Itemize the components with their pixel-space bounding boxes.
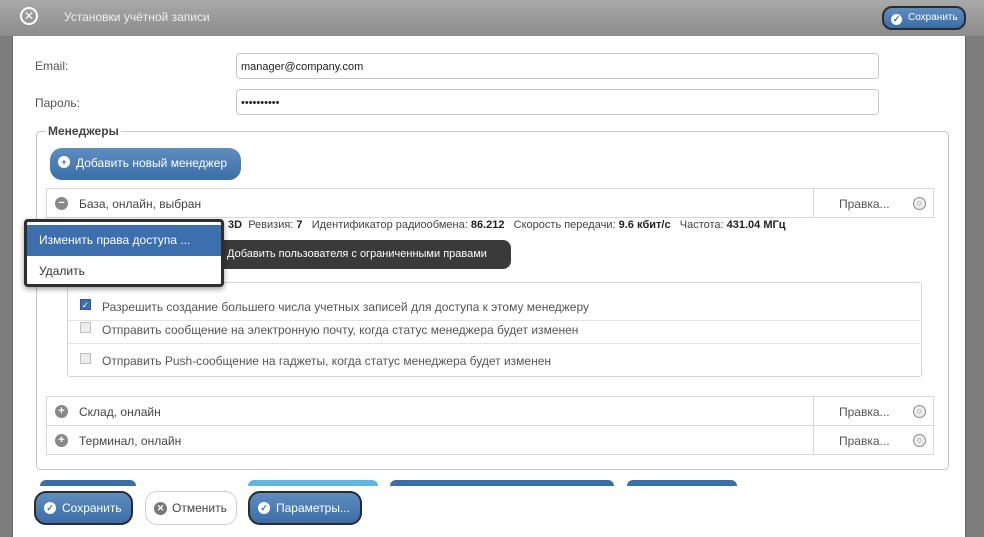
frequency-value: 431.04 МГц (726, 219, 786, 231)
permission-label: Разрешить создание большего числа учетны… (102, 300, 590, 314)
hidden-button-edge (627, 480, 737, 486)
manager-name: База, онлайн, выбран (79, 197, 202, 211)
add-manager-button[interactable]: + Добавить новый менеджер (50, 148, 241, 180)
checkbox[interactable] (80, 353, 91, 364)
check-icon: ✓ (44, 502, 56, 514)
hidden-button-edge (390, 480, 614, 486)
row-divider (813, 397, 814, 425)
hidden-button-edge (248, 480, 378, 486)
email-value: manager@company.com (241, 61, 368, 73)
check-icon: ✓ (258, 502, 270, 514)
hidden-button-edge (40, 480, 136, 486)
check-icon: ✓ (891, 14, 902, 25)
close-icon[interactable]: ✕ (20, 7, 38, 25)
permission-item[interactable]: Отправить сообщение на электронную почту… (68, 313, 920, 344)
manager-row[interactable]: − База, онлайн, выбран Правка... ○ (46, 188, 934, 218)
cancel-button[interactable]: ✕ Отменить (145, 491, 237, 525)
expand-icon[interactable]: + (55, 434, 68, 447)
radio-id-value: 86.212 (470, 219, 505, 231)
revision-label: Ревизия: (248, 219, 294, 231)
password-field[interactable]: •••••••••• (236, 89, 879, 115)
managers-legend: Менеджеры (46, 124, 121, 138)
plus-icon: + (58, 156, 70, 168)
frequency-label: Частота: (679, 219, 724, 231)
email-label: Email: (35, 59, 69, 73)
speed-value: 9.6 кбит/с (618, 219, 671, 231)
row-divider (813, 189, 814, 217)
dialog-titlebar: ✕ Установки учётной записи ✓ Сохранить (0, 0, 984, 36)
save-label: Сохранить (62, 501, 122, 515)
manager-details: 3D Ревизия: 7 Идентификатор радиообмена:… (228, 219, 786, 231)
save-button[interactable]: ✓ Сохранить (34, 491, 133, 525)
options-icon[interactable]: ○ (913, 197, 926, 210)
radio-id-label: Идентификатор радиообмена: (311, 219, 468, 231)
manager-row[interactable]: + Терминал, онлайн Правка... ○ (46, 425, 934, 455)
revision-value: 7 (296, 219, 303, 231)
cancel-icon: ✕ (154, 502, 167, 515)
details-prefix: 3D (228, 219, 243, 231)
options-icon[interactable]: ○ (913, 434, 926, 447)
edit-link[interactable]: Правка... (839, 434, 890, 448)
permission-item[interactable]: Отправить Push-сообщение на гаджеты, ког… (68, 344, 920, 374)
row-divider (813, 426, 814, 454)
manager-name: Склад, онлайн (79, 405, 161, 419)
context-menu: Изменить права доступа ... Удалить (24, 219, 224, 287)
expand-icon[interactable]: + (55, 405, 68, 418)
title-save-button[interactable]: ✓ Сохранить (882, 6, 966, 30)
collapse-icon[interactable]: − (55, 197, 68, 210)
add-manager-label: Добавить новый менеджер (76, 156, 228, 170)
parameters-label: Параметры... (276, 501, 350, 515)
permission-label: Отправить сообщение на электронную почту… (102, 323, 579, 337)
menu-item-edit-permissions[interactable]: Изменить права доступа ... (27, 225, 221, 256)
edit-link[interactable]: Правка... (839, 197, 890, 211)
dialog-title: Установки учётной записи (64, 10, 210, 24)
menu-item-delete[interactable]: Удалить (27, 256, 221, 287)
password-label: Пароль: (35, 96, 80, 110)
tooltip: Добавить пользователя с ограниченными пр… (217, 240, 511, 269)
options-icon[interactable]: ○ (913, 405, 926, 418)
edit-link[interactable]: Правка... (839, 405, 890, 419)
password-value: •••••••••• (241, 97, 284, 109)
checkbox-checked[interactable]: ✓ (80, 299, 91, 310)
checkbox[interactable] (80, 322, 91, 333)
speed-label: Скорость передачи: (513, 219, 616, 231)
manager-row[interactable]: + Склад, онлайн Правка... ○ (46, 396, 934, 426)
permission-label: Отправить Push-сообщение на гаджеты, ког… (102, 354, 552, 368)
parameters-button[interactable]: ✓ Параметры... (248, 491, 362, 525)
manager-name: Терминал, онлайн (79, 434, 182, 448)
title-save-label: Сохранить (908, 12, 958, 23)
email-field[interactable]: manager@company.com (236, 53, 879, 79)
cancel-label: Отменить (172, 501, 227, 515)
